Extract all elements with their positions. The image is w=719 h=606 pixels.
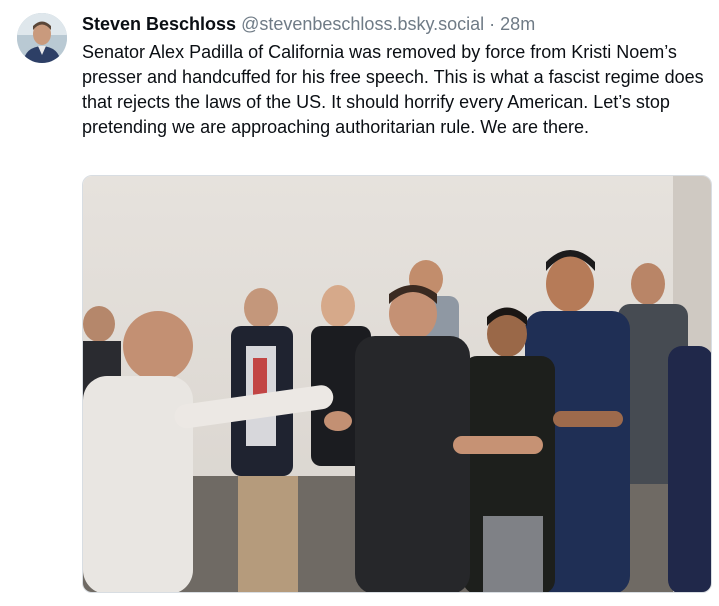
post-text: Senator Alex Padilla of California was r… xyxy=(82,42,704,137)
post-header: Steven Beschloss @stevenbeschloss.bsky.s… xyxy=(82,12,709,36)
photo-scene xyxy=(83,176,711,592)
post: Steven Beschloss @stevenbeschloss.bsky.s… xyxy=(0,0,719,606)
post-photo[interactable] xyxy=(82,175,712,593)
author-name[interactable]: Steven Beschloss xyxy=(82,14,236,34)
post-timestamp[interactable]: 28m xyxy=(500,14,535,34)
author-handle[interactable]: @stevenbeschloss.bsky.social xyxy=(241,14,484,34)
header-separator: · xyxy=(489,14,496,34)
author-avatar[interactable] xyxy=(17,13,67,63)
avatar-image xyxy=(17,13,67,63)
